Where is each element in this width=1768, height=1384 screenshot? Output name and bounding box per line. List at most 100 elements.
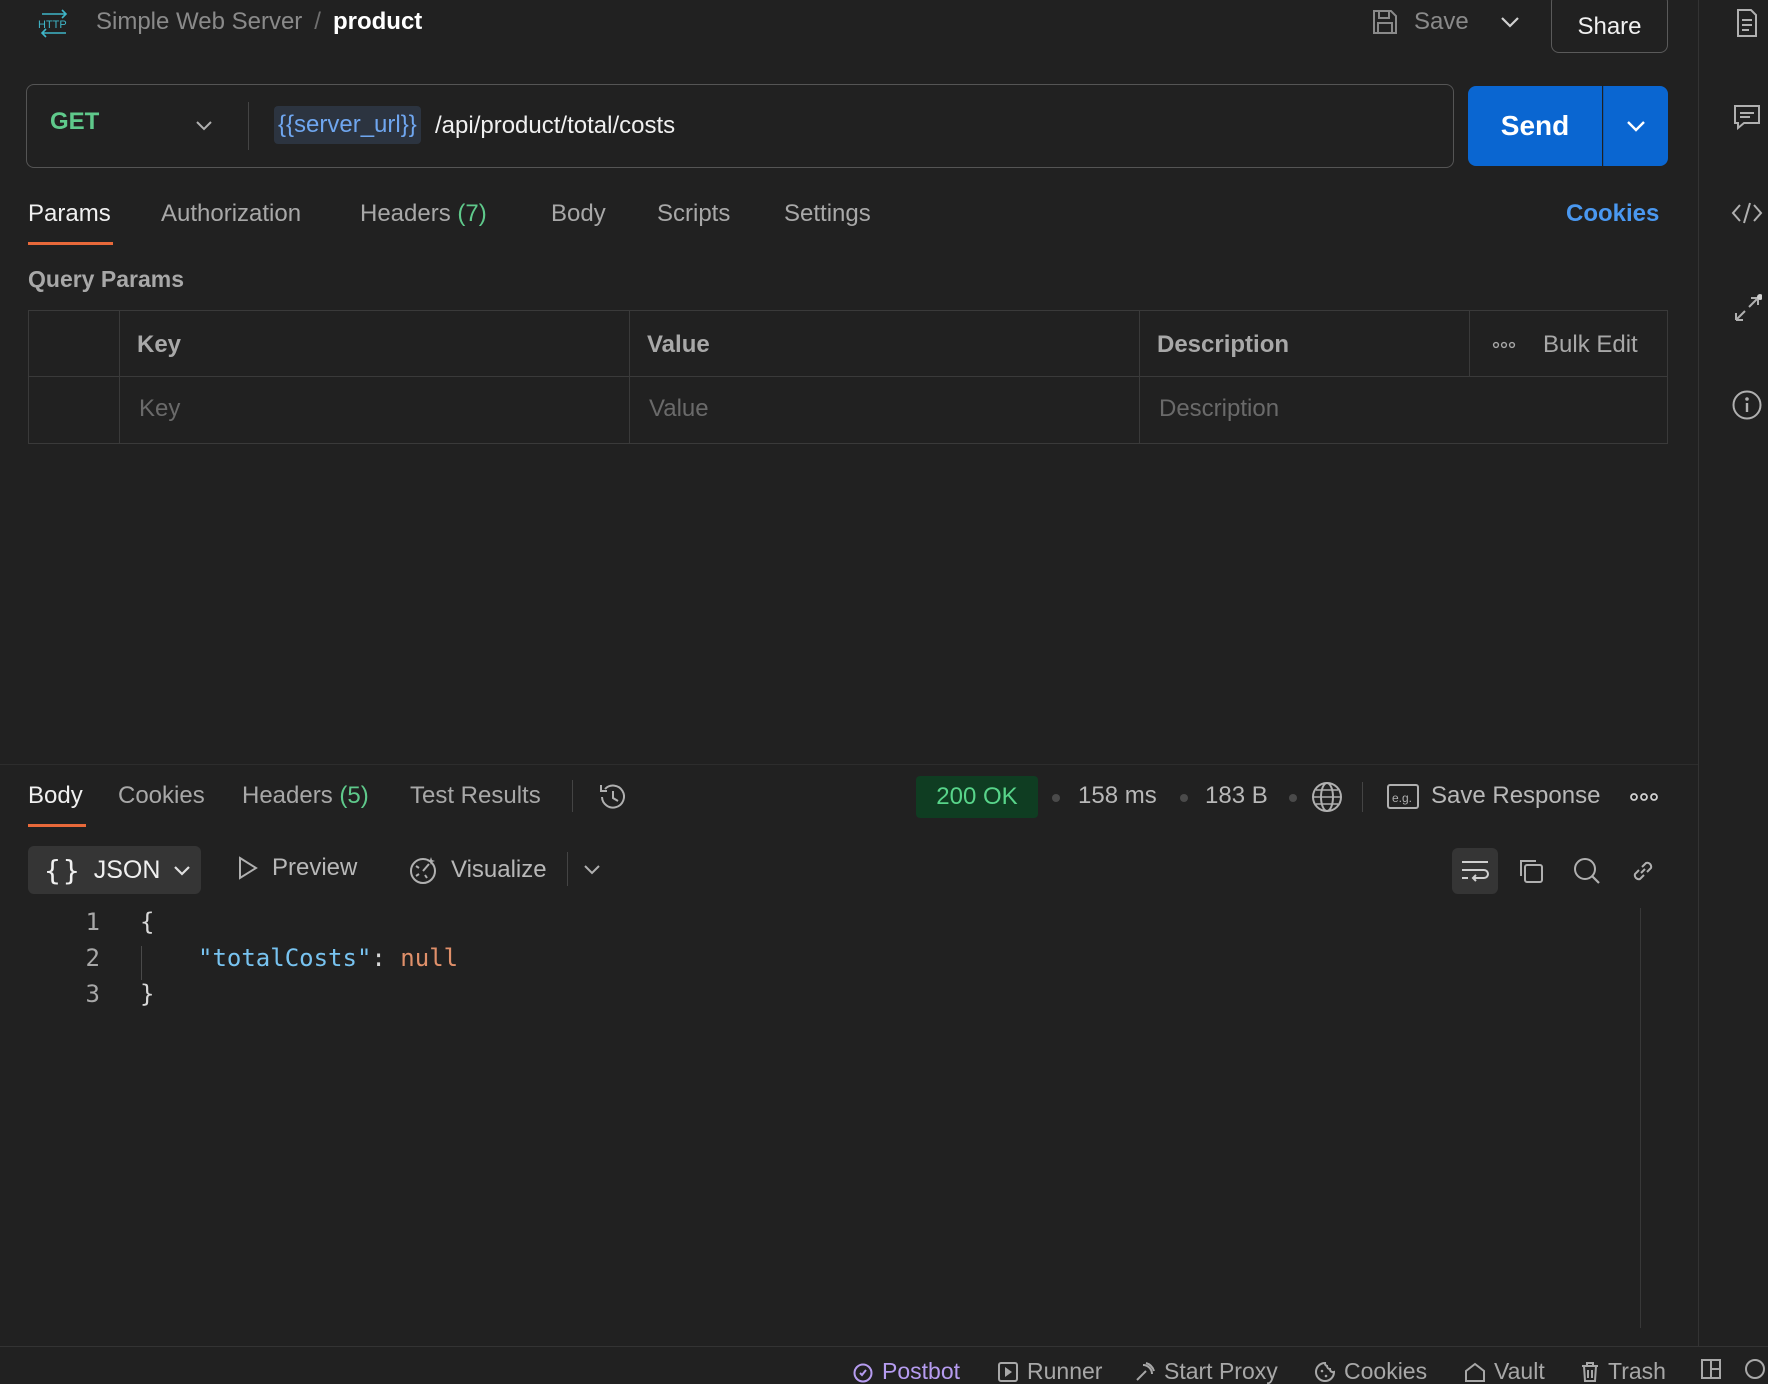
save-icon bbox=[1370, 7, 1400, 37]
save-label: Save bbox=[1414, 8, 1469, 35]
column-header-value: Value bbox=[647, 331, 710, 358]
postbot-button[interactable]: Postbot bbox=[852, 1358, 960, 1384]
tab-body[interactable]: Body bbox=[551, 200, 606, 228]
postbot-icon bbox=[852, 1361, 874, 1383]
headers-count: (7) bbox=[457, 200, 487, 227]
globe-icon[interactable] bbox=[1310, 780, 1344, 814]
visualize-icon bbox=[407, 854, 439, 886]
runner-button[interactable]: Runner bbox=[997, 1358, 1102, 1384]
url-bar bbox=[26, 84, 1454, 168]
tab-headers[interactable]: Headers (7) bbox=[360, 200, 487, 228]
response-size[interactable]: 183 B bbox=[1205, 782, 1268, 810]
response-tab-cookies[interactable]: Cookies bbox=[118, 782, 205, 810]
response-time[interactable]: 158 ms bbox=[1078, 782, 1157, 810]
cookie-icon bbox=[1314, 1361, 1336, 1383]
vault-button[interactable]: Vault bbox=[1464, 1358, 1545, 1384]
query-params-title: Query Params bbox=[28, 266, 184, 292]
format-select[interactable]: {} JSON bbox=[28, 846, 201, 894]
tab-scripts[interactable]: Scripts bbox=[657, 200, 730, 228]
response-divider[interactable] bbox=[0, 764, 1698, 765]
preview-button[interactable]: Preview bbox=[236, 854, 357, 882]
link-icon[interactable] bbox=[1620, 848, 1666, 894]
code-line: } bbox=[140, 980, 155, 1008]
copy-icon[interactable] bbox=[1508, 848, 1554, 894]
code-snippet-icon[interactable] bbox=[1730, 196, 1764, 230]
url-input[interactable]: /api/product/total/costs bbox=[435, 112, 675, 140]
svg-text:e.g.: e.g. bbox=[1392, 791, 1412, 805]
query-params-table: Key Value Description Bulk Edit Key Valu… bbox=[28, 310, 1668, 444]
table-col-divider bbox=[629, 311, 630, 443]
format-label: JSON bbox=[93, 855, 161, 884]
help-icon[interactable] bbox=[1744, 1358, 1766, 1380]
indent-guide bbox=[141, 946, 142, 980]
http-request-icon: HTTP bbox=[36, 6, 72, 38]
cookies-link[interactable]: Cookies bbox=[1566, 200, 1659, 228]
response-tab-test-results[interactable]: Test Results bbox=[410, 782, 541, 810]
layout-icon[interactable] bbox=[1700, 1358, 1722, 1380]
example-icon: e.g. bbox=[1386, 782, 1420, 812]
more-options-icon[interactable] bbox=[1628, 786, 1660, 808]
line-number: 1 bbox=[85, 908, 100, 936]
separator-dot bbox=[1289, 794, 1297, 802]
active-tab-indicator bbox=[28, 242, 113, 245]
key-input[interactable]: Key bbox=[139, 395, 180, 423]
method-chevron-icon[interactable] bbox=[190, 112, 218, 140]
wrap-lines-icon[interactable] bbox=[1452, 848, 1498, 894]
bulk-edit-button[interactable]: Bulk Edit bbox=[1543, 331, 1638, 359]
value-input[interactable]: Value bbox=[649, 395, 709, 423]
more-options-icon[interactable] bbox=[1491, 335, 1517, 355]
breadcrumb-separator: / bbox=[314, 8, 321, 35]
divider bbox=[567, 852, 568, 886]
column-header-key: Key bbox=[137, 331, 182, 358]
description-input[interactable]: Description bbox=[1159, 395, 1279, 423]
separator-dot bbox=[1180, 794, 1188, 802]
response-tab-headers[interactable]: Headers (5) bbox=[242, 782, 369, 810]
table-header-row bbox=[29, 311, 1667, 377]
start-proxy-button[interactable]: Start Proxy bbox=[1134, 1358, 1278, 1384]
table-col-divider bbox=[119, 311, 120, 443]
cookies-footer-button[interactable]: Cookies bbox=[1314, 1358, 1427, 1384]
send-button[interactable]: Send bbox=[1468, 86, 1602, 166]
code-line: "totalCosts": null bbox=[198, 944, 459, 972]
method-select[interactable]: GET bbox=[50, 108, 99, 136]
info-icon[interactable] bbox=[1730, 388, 1764, 422]
related-collections-icon[interactable] bbox=[1730, 292, 1764, 326]
request-title[interactable]: product bbox=[333, 8, 422, 36]
code-line: { bbox=[140, 908, 155, 936]
comments-icon[interactable] bbox=[1730, 100, 1764, 134]
line-number: 3 bbox=[85, 980, 100, 1008]
visualize-button[interactable]: Visualize bbox=[407, 854, 547, 886]
save-button[interactable]: Save bbox=[1370, 4, 1469, 40]
tab-params[interactable]: Params bbox=[28, 200, 111, 228]
save-response-button[interactable]: Save Response bbox=[1431, 782, 1600, 810]
json-value: null bbox=[400, 944, 459, 972]
share-button[interactable]: Share bbox=[1551, 0, 1668, 53]
scrollbar[interactable] bbox=[1640, 908, 1641, 1328]
history-icon[interactable] bbox=[596, 780, 630, 814]
send-options-chevron-icon[interactable] bbox=[1603, 86, 1668, 166]
chevron-down-icon bbox=[172, 863, 192, 877]
response-headers-count: (5) bbox=[339, 782, 369, 809]
separator-dot bbox=[1052, 794, 1060, 802]
vault-icon bbox=[1464, 1361, 1486, 1383]
divider bbox=[572, 780, 573, 812]
documentation-icon[interactable] bbox=[1730, 6, 1764, 40]
response-tab-body[interactable]: Body bbox=[28, 782, 83, 810]
play-icon bbox=[236, 855, 260, 881]
trash-icon bbox=[1580, 1361, 1600, 1383]
column-header-description: Description bbox=[1157, 331, 1290, 358]
svg-text:HTTP: HTTP bbox=[38, 19, 67, 31]
proxy-icon bbox=[1134, 1361, 1156, 1383]
search-icon[interactable] bbox=[1564, 848, 1610, 894]
url-variable[interactable]: {{server_url}} bbox=[274, 106, 421, 144]
status-badge[interactable]: 200 OK bbox=[916, 776, 1038, 818]
tab-authorization[interactable]: Authorization bbox=[161, 200, 301, 228]
visualize-options-chevron-icon[interactable] bbox=[578, 856, 606, 884]
breadcrumb: Simple Web Server / product bbox=[96, 6, 422, 38]
tab-settings[interactable]: Settings bbox=[784, 200, 871, 228]
breadcrumb-collection[interactable]: Simple Web Server bbox=[96, 8, 302, 36]
trash-button[interactable]: Trash bbox=[1580, 1358, 1666, 1384]
line-number: 2 bbox=[85, 944, 100, 972]
json-key: "totalCosts" bbox=[198, 944, 372, 972]
save-options-chevron-icon[interactable] bbox=[1494, 6, 1526, 38]
